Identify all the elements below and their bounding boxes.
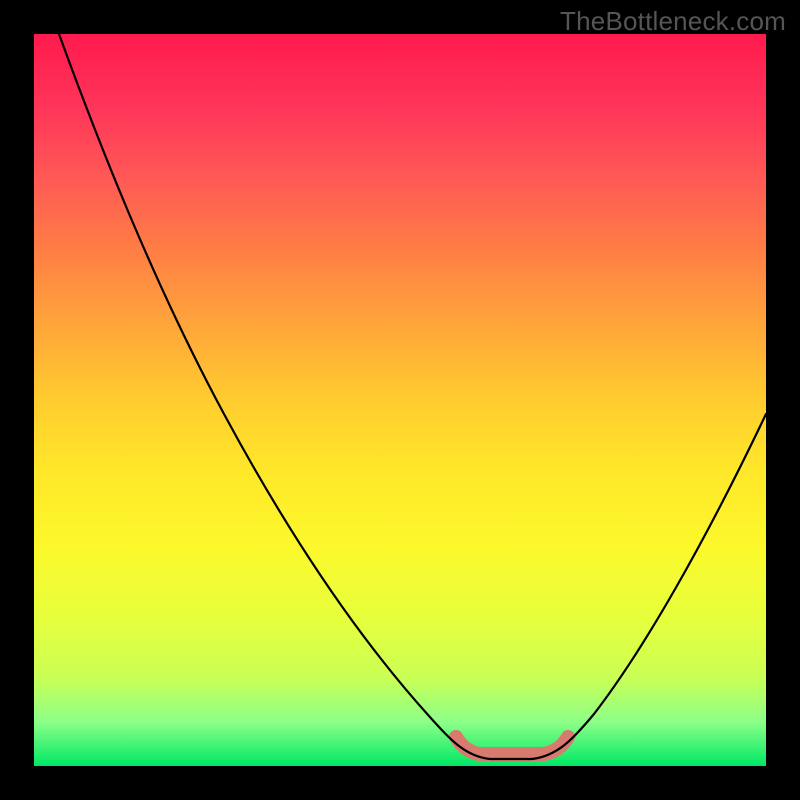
- optimal-band-highlight: [456, 737, 568, 754]
- bottleneck-curve: [59, 34, 766, 759]
- watermark-text: TheBottleneck.com: [560, 6, 786, 37]
- chart-plot-area: [34, 34, 766, 766]
- chart-svg: [34, 34, 766, 766]
